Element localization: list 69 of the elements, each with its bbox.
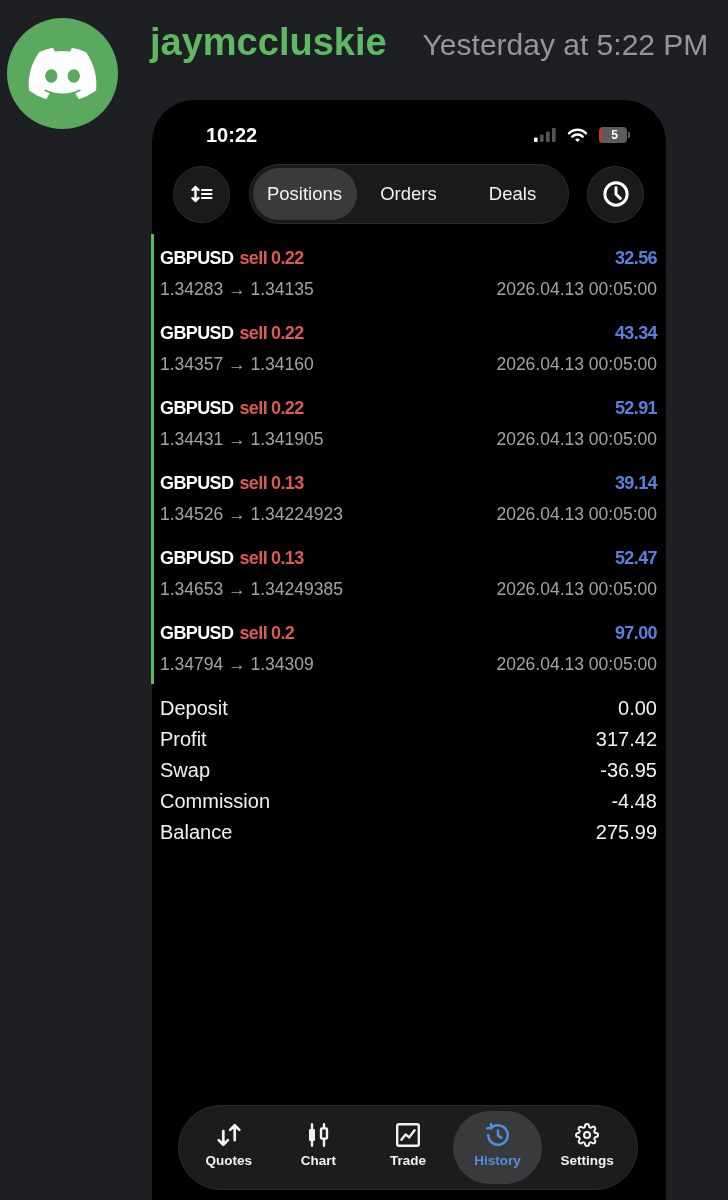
tab[interactable]: Positions — [252, 168, 357, 220]
profit-value: 43.34 — [614, 322, 657, 345]
price-range: 1.34794 → 1.34309 — [160, 653, 314, 675]
clock-button[interactable] — [587, 165, 644, 223]
trade-side: sell — [239, 472, 268, 495]
author-name[interactable]: jaymccluskie — [150, 20, 387, 64]
trade-side: sell — [239, 397, 268, 420]
price-range: 1.34653 → 1.34249385 — [160, 578, 343, 600]
status-time: 10:22 — [206, 123, 258, 148]
price-range: 1.34283 → 1.34135 — [160, 278, 314, 300]
message-timestamp: Yesterday at 5:22 PM — [422, 27, 709, 63]
price-range: 1.34526 → 1.34224923 — [160, 503, 343, 525]
tab[interactable]: Deals — [460, 168, 565, 220]
symbol-text: GBPUSD — [160, 247, 234, 270]
tab[interactable]: Orders — [356, 168, 461, 220]
price-range: 1.34357 → 1.34160 — [160, 353, 314, 375]
clock-icon — [602, 181, 629, 207]
summary-label: Swap — [160, 758, 211, 783]
profit-value: 97.00 — [614, 622, 657, 645]
settings-icon — [575, 1123, 600, 1147]
deal-time: 2026.04.13 00:05:00 — [496, 578, 657, 600]
summary-label: Deposit — [160, 696, 228, 721]
summary-value: 317.42 — [595, 727, 657, 752]
profit-value: 39.14 — [614, 472, 657, 495]
deal-time: 2026.04.13 00:05:00 — [496, 428, 657, 450]
trade-side: sell — [239, 322, 268, 345]
candlestick-icon — [306, 1123, 331, 1147]
summary-value: 275.99 — [595, 820, 657, 845]
default-avatar-icon — [7, 18, 118, 129]
trade-volume: 0.22 — [271, 397, 304, 420]
price-range: 1.34431 → 1.341905 — [160, 428, 324, 450]
nav-tab[interactable]: Settings — [542, 1111, 632, 1184]
symbol-text: GBPUSD — [160, 547, 234, 570]
deal-time: 2026.04.13 00:05:00 — [496, 503, 657, 525]
deal-time: 2026.04.13 00:05:00 — [496, 653, 657, 675]
sort-button[interactable] — [173, 165, 230, 223]
line-chart-icon — [396, 1123, 420, 1147]
trade-volume: 0.13 — [271, 472, 304, 495]
symbol-text: GBPUSD — [160, 322, 234, 345]
wifi-icon — [567, 127, 588, 143]
nav-tab[interactable]: Quotes — [184, 1111, 274, 1184]
deal-time: 2026.04.13 00:05:00 — [496, 278, 657, 300]
profit-value: 32.56 — [614, 247, 657, 270]
symbol-text: GBPUSD — [160, 622, 234, 645]
sort-icon — [190, 185, 213, 203]
trade-side: sell — [239, 547, 268, 570]
nav-tab[interactable]: Trade — [363, 1111, 453, 1184]
symbol-text: GBPUSD — [160, 472, 234, 495]
symbol-text: GBPUSD — [160, 397, 234, 420]
nav-tab[interactable]: Chart — [273, 1111, 364, 1184]
summary-label: Profit — [160, 727, 207, 752]
battery-indicator: 5 — [599, 127, 630, 143]
trade-side: sell — [239, 247, 268, 270]
summary-label: Balance — [160, 820, 233, 845]
trade-volume: 0.2 — [271, 622, 295, 645]
trade-volume: 0.22 — [271, 247, 304, 270]
signal-icon — [534, 128, 556, 142]
trade-side: sell — [239, 622, 268, 645]
summary-value: -4.48 — [611, 789, 657, 814]
summary-value: -36.95 — [600, 758, 657, 783]
summary-label: Commission — [160, 789, 271, 814]
deal-time: 2026.04.13 00:05:00 — [496, 353, 657, 375]
profit-value: 52.91 — [614, 397, 657, 420]
history-icon — [485, 1123, 510, 1147]
trade-volume: 0.22 — [271, 322, 304, 345]
profit-value: 52.47 — [614, 547, 657, 570]
arrows-icon — [216, 1123, 241, 1147]
trade-volume: 0.13 — [271, 547, 304, 570]
summary-value: 0.00 — [618, 696, 657, 721]
